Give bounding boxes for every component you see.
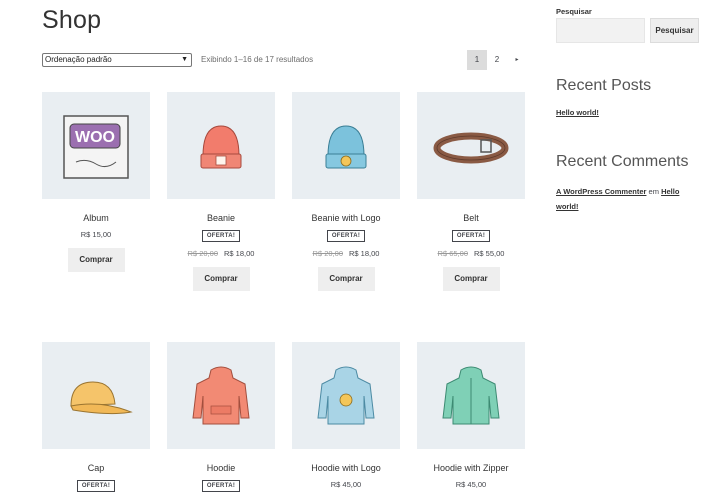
page-title: Shop <box>42 6 102 34</box>
buy-button[interactable]: Comprar <box>192 267 250 291</box>
hoodie-zipper-icon[interactable] <box>417 342 525 449</box>
svg-text:WOO: WOO <box>75 129 115 146</box>
search-label: Pesquisar <box>556 7 592 16</box>
product-name[interactable]: Belt <box>417 213 525 223</box>
sale-badge: OFERTA! <box>76 480 116 492</box>
sale-badge: OFERTA! <box>326 230 366 242</box>
product-card: Hoodie OFERTA! <box>167 342 275 492</box>
buy-button[interactable]: Comprar <box>442 267 500 291</box>
product-name[interactable]: Hoodie <box>167 463 275 473</box>
hoodie-logo-icon[interactable] <box>292 342 400 449</box>
comment-separator: em <box>648 187 659 196</box>
product-name[interactable]: Hoodie with Logo <box>292 463 400 473</box>
product-card: WOO Album R$ 15,00 Comprar <box>42 92 150 272</box>
product-name[interactable]: Cap <box>42 463 150 473</box>
orderby-value: Ordenação padrão <box>45 55 112 64</box>
orderby-select[interactable]: Ordenação padrão ▼ <box>42 53 192 67</box>
beanie-icon[interactable] <box>167 92 275 199</box>
product-card: Hoodie with Zipper R$ 45,00 <box>417 342 525 489</box>
product-price: R$ 15,00 <box>80 230 112 239</box>
page-2[interactable]: 2 <box>487 50 507 70</box>
product-price: R$ 20,00 R$ 18,00 <box>312 249 380 258</box>
cap-icon[interactable] <box>42 342 150 449</box>
page-1[interactable]: 1 <box>467 50 487 70</box>
sale-badge: OFERTA! <box>201 480 241 492</box>
recent-posts-title: Recent Posts <box>556 77 652 94</box>
buy-button[interactable]: Comprar <box>317 267 375 291</box>
product-price: R$ 45,00 <box>455 480 487 489</box>
belt-icon[interactable] <box>417 92 525 199</box>
pagination: 1 2 ▸ <box>467 50 527 70</box>
product-price: R$ 20,00 R$ 18,00 <box>187 249 255 258</box>
beanie-logo-icon[interactable] <box>292 92 400 199</box>
search-input[interactable] <box>556 18 645 43</box>
product-card: Belt OFERTA! R$ 65,00 R$ 55,00 Comprar <box>417 92 525 291</box>
product-card: Beanie OFERTA! R$ 20,00 R$ 18,00 Comprar <box>167 92 275 291</box>
product-card: Hoodie with Logo R$ 45,00 <box>292 342 400 489</box>
product-price: R$ 65,00 R$ 55,00 <box>437 249 505 258</box>
product-card: Cap OFERTA! <box>42 342 150 492</box>
hoodie-icon[interactable] <box>167 342 275 449</box>
product-name[interactable]: Beanie <box>167 213 275 223</box>
product-name[interactable]: Album <box>42 213 150 223</box>
album-cover-icon[interactable]: WOO <box>42 92 150 199</box>
next-page-icon[interactable]: ▸ <box>507 50 527 70</box>
product-name[interactable]: Beanie with Logo <box>292 213 400 223</box>
recent-comments-title: Recent Comments <box>556 153 689 170</box>
product-card: Beanie with Logo OFERTA! R$ 20,00 R$ 18,0… <box>292 92 400 291</box>
chevron-down-icon: ▼ <box>181 56 188 63</box>
sale-badge: OFERTA! <box>451 230 491 242</box>
result-count: Exibindo 1–16 de 17 resultados <box>201 55 314 64</box>
recent-post-link[interactable]: Hello world! <box>556 108 599 117</box>
product-price: R$ 45,00 <box>330 480 362 489</box>
buy-button[interactable]: Comprar <box>67 248 125 272</box>
comment-author-link[interactable]: A WordPress Commenter <box>556 187 646 196</box>
recent-comment: A WordPress Commenter em Hello world! <box>556 184 696 214</box>
search-button[interactable]: Pesquisar <box>650 18 699 43</box>
sale-badge: OFERTA! <box>201 230 241 242</box>
product-name[interactable]: Hoodie with Zipper <box>417 463 525 473</box>
